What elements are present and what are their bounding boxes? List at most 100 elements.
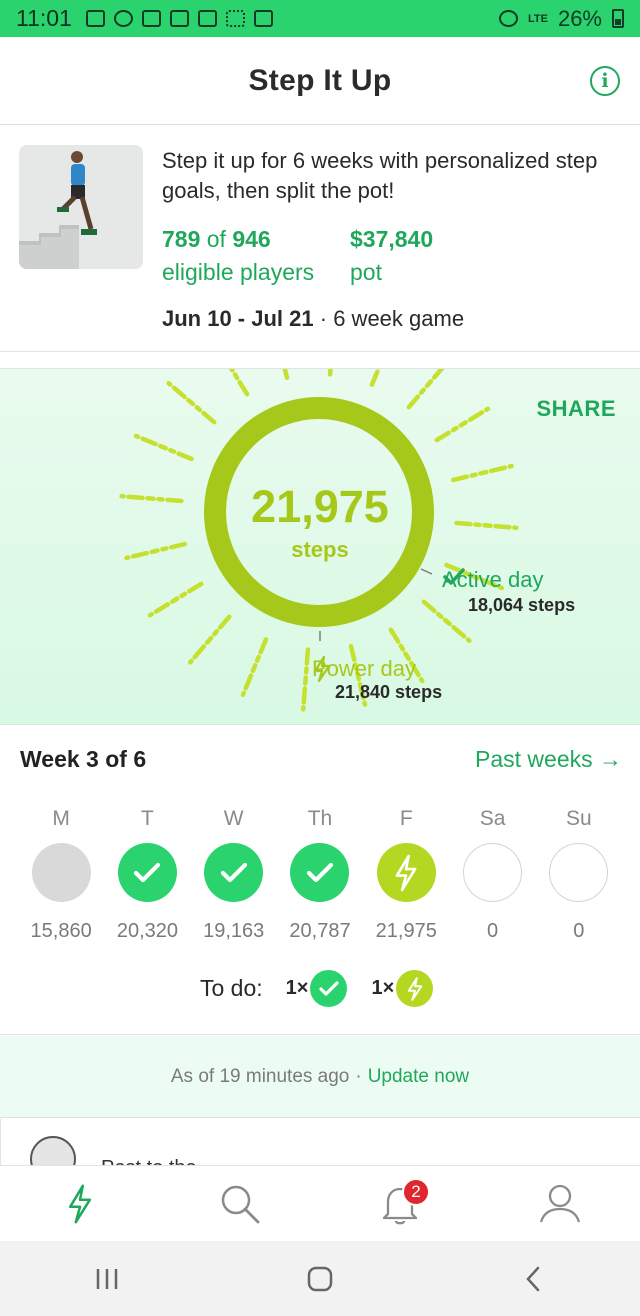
- back-icon: [526, 1266, 540, 1291]
- feed-card[interactable]: Post to the: [0, 1119, 640, 1165]
- day-column[interactable]: Th 20,787: [277, 807, 363, 943]
- status-right: LTE 26%: [498, 5, 624, 32]
- sun-ray: [166, 380, 217, 425]
- day-column[interactable]: Sa 0: [449, 807, 535, 943]
- day-label: T: [141, 807, 154, 830]
- network-label: LTE: [527, 12, 548, 25]
- avatar: [30, 1136, 76, 1165]
- notification-badge: 2: [402, 1177, 430, 1206]
- week-title: Week 3 of 6: [20, 746, 147, 772]
- bolt-icon: [313, 656, 331, 682]
- image-icon: [253, 10, 273, 27]
- day-label: Th: [307, 807, 333, 830]
- day-steps: 0: [486, 920, 499, 942]
- check-icon: [443, 568, 465, 585]
- day-steps: 0: [573, 920, 585, 942]
- back-button[interactable]: [503, 1254, 563, 1304]
- info-icon[interactable]: i: [590, 66, 620, 96]
- recent-apps-button[interactable]: [77, 1254, 137, 1304]
- progress-panel: SHARE 21,975 steps Active day 18,064 ste…: [0, 368, 640, 725]
- check-icon: [134, 862, 161, 882]
- dates-separator: ·: [319, 306, 328, 331]
- nav-search[interactable]: [200, 1174, 280, 1234]
- game-dates: Jun 10 - Jul 21 · 6 week game: [162, 306, 464, 332]
- pot-amount: $37,840: [350, 226, 434, 252]
- sun-ray: [133, 433, 194, 462]
- home-icon: [307, 1266, 333, 1291]
- day-column[interactable]: F 21,975: [363, 807, 449, 943]
- week-section: Week 3 of 6 Past weeks → M 15,860 T 20,320 W…: [0, 726, 640, 1035]
- todo-row: To do: 1× 1×: [200, 970, 457, 1007]
- search-icon: [221, 1185, 260, 1223]
- sun-ray: [119, 493, 184, 504]
- bottom-nav: 2: [0, 1165, 640, 1241]
- battery-icon: [612, 9, 624, 28]
- day-column[interactable]: W 19,163: [191, 807, 277, 943]
- game-description: Step it up for 6 weeks with personalized…: [162, 148, 598, 203]
- bolt-icon: [68, 1184, 92, 1223]
- bolt-icon: [395, 854, 417, 891]
- day-status-future: [549, 843, 609, 902]
- sun-ray: [327, 369, 333, 377]
- sun-ray: [229, 369, 250, 397]
- day-steps: 20,787: [289, 920, 351, 942]
- day-column[interactable]: T 20,320: [104, 807, 190, 943]
- day-status-active: [290, 843, 350, 902]
- day-steps: 15,860: [30, 920, 92, 942]
- page-title: Step It Up: [248, 63, 392, 97]
- messenger-icon: [113, 10, 133, 27]
- home-button[interactable]: [290, 1254, 350, 1304]
- bolt-icon: [396, 970, 434, 1007]
- status-bar: 11:01 LTE 26%: [0, 0, 640, 37]
- update-separator: ·: [355, 1065, 362, 1087]
- nav-notifications[interactable]: 2: [360, 1174, 440, 1234]
- update-now-link[interactable]: Update now: [368, 1066, 469, 1088]
- power-day-steps: 21,840 steps: [335, 682, 443, 702]
- day-label: W: [223, 807, 244, 830]
- twitter-icon: [169, 10, 189, 27]
- week-days: M 15,860 T 20,320 W 19,163 Th 20,787 F 21,975 Sa 0 S…: [18, 807, 622, 943]
- nav-profile[interactable]: [520, 1174, 600, 1234]
- status-time: 11:01: [16, 5, 72, 31]
- day-status-power: [376, 843, 436, 902]
- todo-active-count: 1×: [285, 977, 309, 999]
- day-steps: 21,975: [375, 920, 437, 942]
- sun-ray: [282, 369, 290, 381]
- players-count: 789: [162, 226, 201, 252]
- day-label: F: [399, 807, 413, 830]
- day-label: M: [52, 807, 70, 830]
- feed-card-text: Post to the: [101, 1157, 197, 1165]
- active-day-steps: 18,064 steps: [468, 595, 576, 615]
- share-button[interactable]: SHARE: [536, 396, 616, 422]
- sun-ray: [124, 541, 188, 561]
- fitbit-icon: [225, 10, 245, 27]
- day-label: Sa: [479, 807, 506, 830]
- alarm-icon: [498, 10, 518, 27]
- date-range: Jun 10 - Jul 21: [162, 306, 314, 331]
- sun-ray: [147, 581, 204, 618]
- check-icon: [306, 862, 334, 882]
- game-details: Step it up for 6 weeks with personalized…: [0, 126, 640, 352]
- sun-ray: [187, 614, 232, 665]
- day-status-active: [204, 843, 264, 902]
- players-label: eligible players: [162, 259, 315, 285]
- day-column[interactable]: Su 0: [536, 807, 622, 943]
- sun-ray: [406, 369, 445, 410]
- battery-text: 26%: [557, 5, 602, 31]
- recent-apps-icon: [96, 1268, 117, 1289]
- active-day-label: Active day: [442, 567, 544, 593]
- nav-games[interactable]: [40, 1174, 120, 1234]
- app-header: Step It Up i: [0, 37, 640, 125]
- runner-photo: [19, 145, 143, 269]
- players-total: 946: [232, 226, 271, 252]
- past-weeks-link[interactable]: Past weeks →: [475, 746, 622, 773]
- sun-ray: [454, 520, 519, 531]
- game-image: [19, 145, 143, 269]
- steps-label: steps: [291, 537, 349, 562]
- app-icon: [197, 10, 217, 27]
- youtube-icon: [85, 10, 105, 27]
- active-day-pointer: [420, 568, 433, 575]
- todo-label: To do:: [200, 975, 263, 1001]
- day-column[interactable]: M 15,860: [18, 807, 104, 943]
- pot-label: pot: [350, 259, 382, 285]
